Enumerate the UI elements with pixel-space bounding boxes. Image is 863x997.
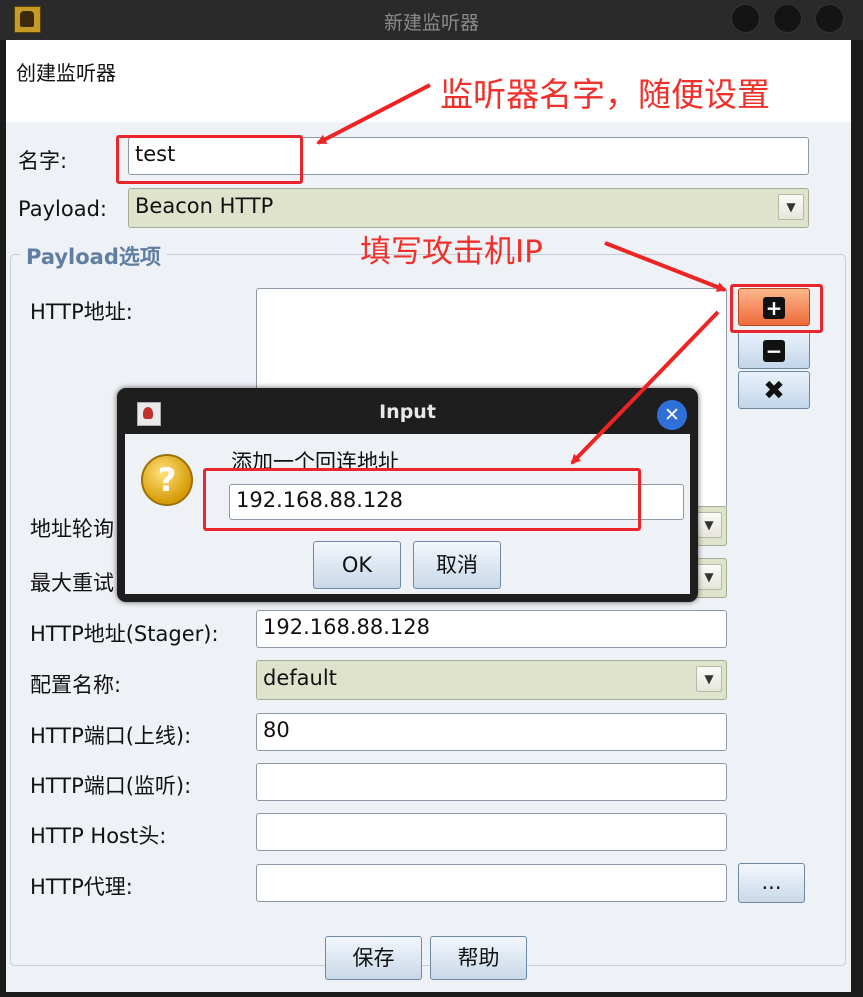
cancel-button[interactable]: 取消 xyxy=(413,541,501,589)
host-header-label: HTTP Host头: xyxy=(30,824,167,848)
bind-port-label: HTTP端口(监听): xyxy=(30,774,192,798)
payload-select-value: Beacon HTTP xyxy=(135,194,274,218)
dialog-title: Input xyxy=(379,401,436,423)
minimize-button[interactable] xyxy=(731,4,760,33)
minus-icon: − xyxy=(763,340,785,362)
close-icon[interactable]: ✕ xyxy=(657,400,687,430)
clear-hosts-button[interactable]: ✖ xyxy=(738,371,810,409)
payload-select[interactable]: Beacon HTTP ▼ xyxy=(128,188,809,228)
proxy-label: HTTP代理: xyxy=(30,875,133,899)
port-input[interactable]: 80 xyxy=(256,713,727,751)
close-window-button[interactable] xyxy=(815,4,844,33)
stager-input[interactable]: 192.168.88.128 xyxy=(256,610,727,648)
profile-select-value: default xyxy=(263,666,337,690)
max-retry-label: 最大重试 xyxy=(30,571,114,595)
name-label: 名字: xyxy=(18,149,68,173)
proxy-input[interactable] xyxy=(256,864,727,902)
annotation-box-ip xyxy=(203,468,641,531)
chevron-down-icon: ▼ xyxy=(778,194,804,220)
http-hosts-label: HTTP地址: xyxy=(30,300,133,324)
annotation-name-note: 监听器名字，随便设置 xyxy=(440,75,770,114)
annotation-box-name xyxy=(116,135,303,184)
profile-label: 配置名称: xyxy=(30,673,122,697)
remove-host-button[interactable]: − xyxy=(738,331,810,369)
chevron-down-icon: ▼ xyxy=(696,512,722,538)
x-icon: ✖ xyxy=(763,376,785,406)
save-button[interactable]: 保存 xyxy=(325,936,422,980)
header-title: 创建监听器 xyxy=(16,61,116,85)
stager-label: HTTP地址(Stager): xyxy=(30,622,219,646)
payload-label: Payload: xyxy=(18,197,107,221)
background-strip xyxy=(851,40,863,997)
maximize-button[interactable] xyxy=(773,4,802,33)
port-label: HTTP端口(上线): xyxy=(30,724,192,748)
help-button[interactable]: 帮助 xyxy=(430,936,527,980)
bind-port-input[interactable] xyxy=(256,763,727,801)
annotation-box-add xyxy=(730,284,823,333)
title-bar: 新建监听器 xyxy=(0,0,863,40)
annotation-ip-note: 填写攻击机IP xyxy=(360,234,543,270)
profile-select[interactable]: default ▼ xyxy=(256,660,727,700)
question-icon: ? xyxy=(141,454,193,506)
payload-options-title: Payload选项 xyxy=(20,241,167,271)
chevron-down-icon: ▼ xyxy=(696,564,722,590)
proxy-browse-button[interactable]: ... xyxy=(738,863,805,903)
host-header-input[interactable] xyxy=(256,813,727,851)
chevron-down-icon: ▼ xyxy=(696,666,722,692)
rotate-strategy-label: 地址轮询 xyxy=(30,517,114,541)
ok-button[interactable]: OK xyxy=(313,541,401,589)
